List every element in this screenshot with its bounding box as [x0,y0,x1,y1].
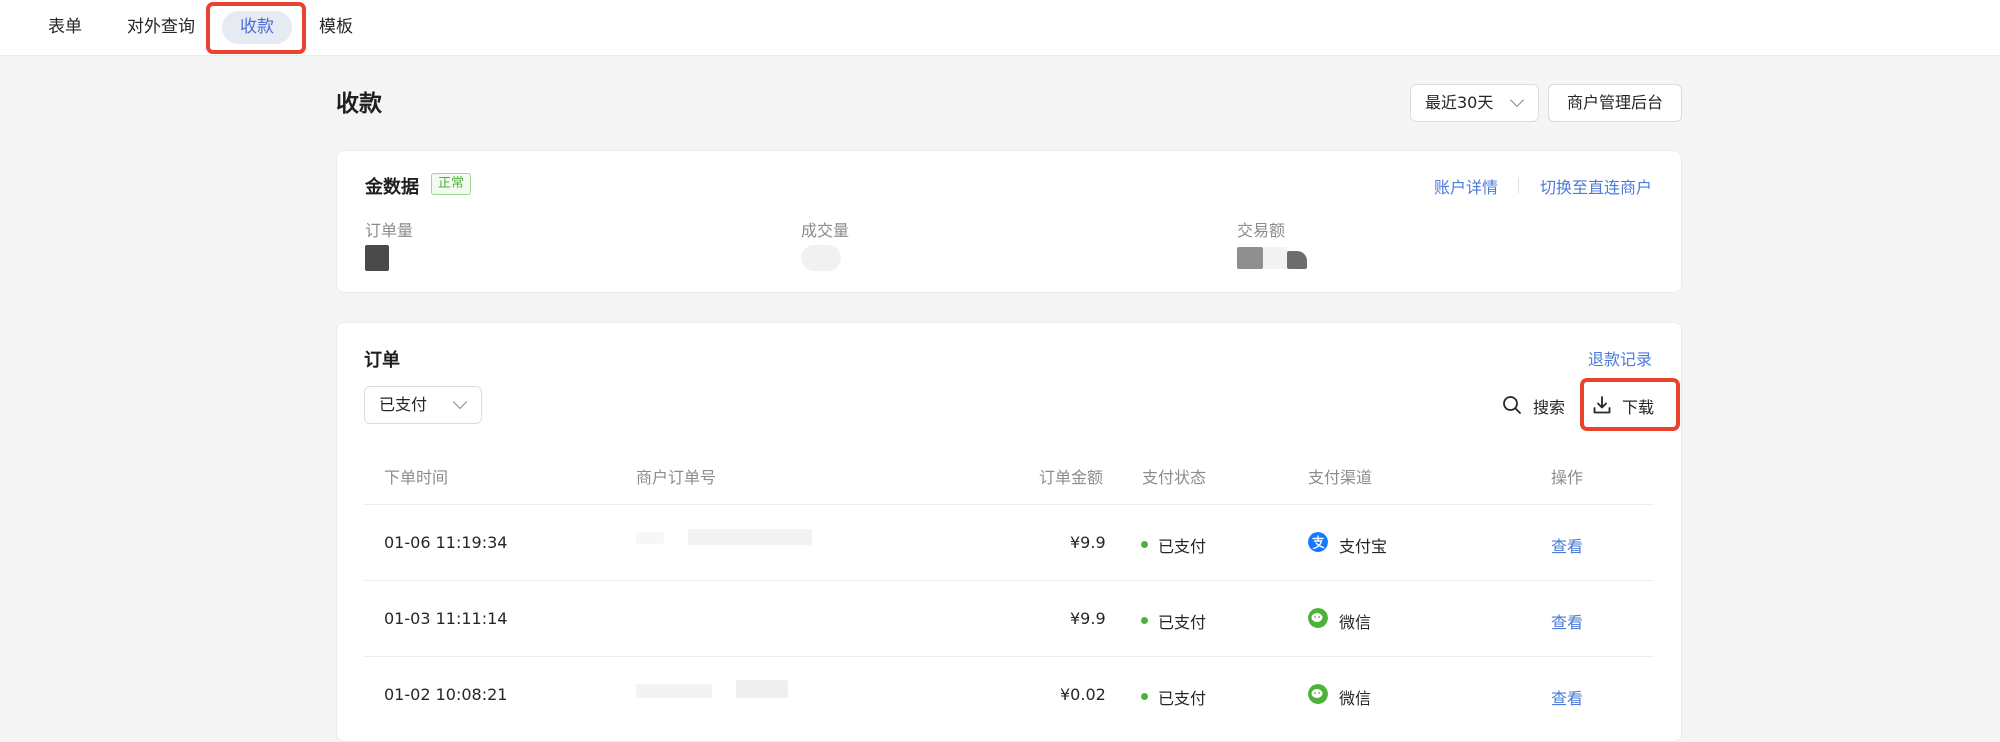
page-title: 收款 [336,91,382,117]
column-header-payment-channel: 支付渠道 [1308,468,1373,487]
payment-status: 已支付 [1158,613,1207,632]
redacted-order-number [636,684,712,698]
view-order-link[interactable]: 查看 [1551,533,1583,557]
filter-value: 已支付 [379,395,428,414]
column-header-merchant-order-no: 商户订单号 [636,468,717,487]
redacted-order-number [736,680,788,698]
summary-title: 金数据 [365,177,419,198]
stat-label-transaction-amount: 交易额 [1237,221,1286,240]
wechat-icon [1308,608,1328,628]
orders-title: 订单 [364,350,400,371]
chevron-down-icon [1509,92,1525,108]
top-tab-bar: 表单 对外查询 收款 模板 [0,0,2000,56]
row-divider [364,580,1654,581]
column-header-order-time: 下单时间 [384,468,449,487]
payment-channel: 微信 [1339,613,1372,632]
payment-channel: 支付宝 [1339,537,1388,556]
column-header-order-amount: 订单金额 [1039,468,1104,487]
search-icon [1503,396,1521,414]
payment-status-filter[interactable]: 已支付 [364,386,482,424]
order-time: 01-06 11:19:34 [384,533,508,552]
status-dot [1141,617,1148,624]
tab-templates[interactable]: 模板 [319,11,353,44]
column-header-actions: 操作 [1551,468,1584,487]
merchant-admin-button[interactable]: 商户管理后台 [1548,84,1682,122]
summary-card: 金数据 正常 账户详情 切换至直连商户 订单量 成交量 交易额 [336,150,1682,293]
divider [1518,177,1519,193]
payment-channel: 微信 [1339,689,1372,708]
status-dot [1141,541,1148,548]
tab-payments[interactable]: 收款 [222,11,292,44]
redacted-value [1263,247,1287,269]
refund-records-link[interactable]: 退款记录 [1588,346,1652,370]
payment-status: 已支付 [1158,689,1207,708]
wechat-icon [1308,684,1328,704]
account-details-link[interactable]: 账户详情 [1434,174,1498,198]
alipay-icon [1308,532,1328,552]
order-amount: ¥0.02 [1060,685,1106,704]
date-range-select[interactable]: 最近30天 [1410,84,1539,122]
chevron-down-icon [452,394,468,410]
status-dot [1141,693,1148,700]
view-order-link[interactable]: 查看 [1551,609,1583,633]
stat-label-deal-count: 成交量 [801,221,850,240]
redacted-value [365,245,389,271]
date-range-value: 最近30天 [1425,93,1494,112]
order-time: 01-02 10:08:21 [384,685,508,704]
redacted-value [1237,247,1263,269]
stat-label-order-count: 订单量 [365,221,414,240]
download-label: 下载 [1622,398,1655,417]
download-icon [1593,396,1611,414]
redacted-value [801,245,841,271]
redacted-order-number [688,529,812,545]
switch-merchant-link[interactable]: 切换至直连商户 [1540,174,1652,198]
payment-status: 已支付 [1158,537,1207,556]
table-header-divider [364,504,1654,505]
column-header-payment-status: 支付状态 [1142,468,1207,487]
search-label: 搜索 [1533,398,1566,417]
tab-external-query[interactable]: 对外查询 [127,11,195,44]
order-time: 01-03 11:11:14 [384,609,508,628]
row-divider [364,656,1654,657]
order-amount: ¥9.9 [1070,609,1106,628]
redacted-value [1287,251,1307,269]
view-order-link[interactable]: 查看 [1551,685,1583,709]
order-amount: ¥9.9 [1070,533,1106,552]
redacted-order-number [636,532,664,544]
tab-forms[interactable]: 表单 [48,11,82,44]
status-badge: 正常 [431,173,472,195]
orders-card [336,322,1682,742]
